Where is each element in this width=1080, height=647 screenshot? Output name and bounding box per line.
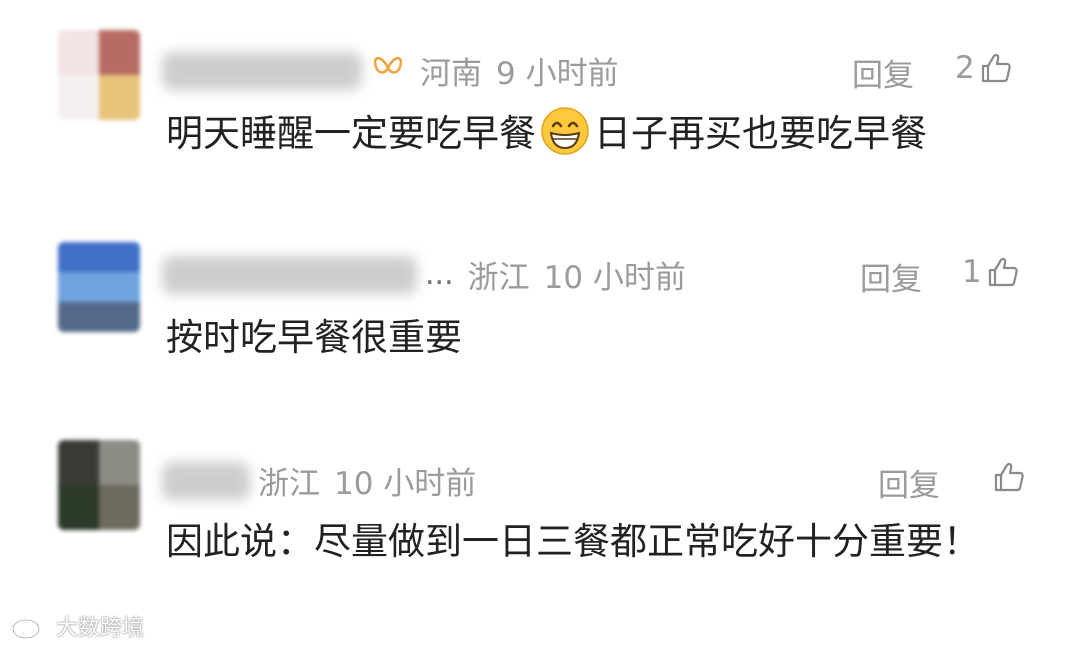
comment-region: 河南 <box>420 56 482 92</box>
reply-button[interactable]: 回复 <box>878 460 940 505</box>
watermark-text: 大数跨境 <box>56 616 145 641</box>
like-button[interactable]: 1 <box>962 254 1020 290</box>
username[interactable] <box>162 255 417 294</box>
comment-time: 10 小时前 <box>334 466 477 502</box>
comment-region: 浙江 <box>467 260 530 296</box>
avatar[interactable] <box>58 440 140 530</box>
butterfly-badge-icon <box>370 53 406 89</box>
comment-text: 按时吃早餐很重要 <box>166 316 462 359</box>
like-button[interactable]: 2 <box>955 50 1013 86</box>
reply-button[interactable]: 回复 <box>860 254 922 299</box>
comment-region: 浙江 <box>258 466 320 502</box>
reply-button[interactable]: 回复 <box>852 50 914 95</box>
grinning-face-emoji <box>541 107 589 155</box>
comment-time: 10 小时前 <box>543 260 686 296</box>
thumbs-up-icon <box>994 462 1024 492</box>
avatar[interactable] <box>58 242 140 332</box>
avatar[interactable] <box>58 30 140 120</box>
like-count: 1 <box>962 254 982 290</box>
thumbs-up-icon <box>988 257 1018 287</box>
comment-meta: ... 浙江 10 小时前 <box>162 252 686 297</box>
comment-text-part: 日子再买也要吃早餐 <box>594 112 927 155</box>
weibo-logo-icon <box>11 613 47 640</box>
like-count: 2 <box>955 50 975 86</box>
like-button[interactable] <box>988 460 1026 494</box>
username[interactable] <box>162 51 362 90</box>
comment-meta: 河南 9 小时前 <box>162 48 619 93</box>
thumbs-up-icon <box>981 53 1011 83</box>
comment-text: 因此说：尽量做到一日三餐都正常吃好十分重要！ <box>166 520 980 563</box>
comment-time: 9 小时前 <box>496 56 619 92</box>
comment-text-part: 明天睡醒一定要吃早餐 <box>166 112 536 155</box>
username-ellipsis: ... <box>425 257 454 292</box>
comment-meta: 浙江 10 小时前 <box>162 458 476 503</box>
comment-text: 明天睡醒一定要吃早餐 日子再买也要吃早餐 <box>166 102 1026 166</box>
username[interactable] <box>162 461 250 500</box>
watermark: 大数跨境 <box>10 610 144 642</box>
